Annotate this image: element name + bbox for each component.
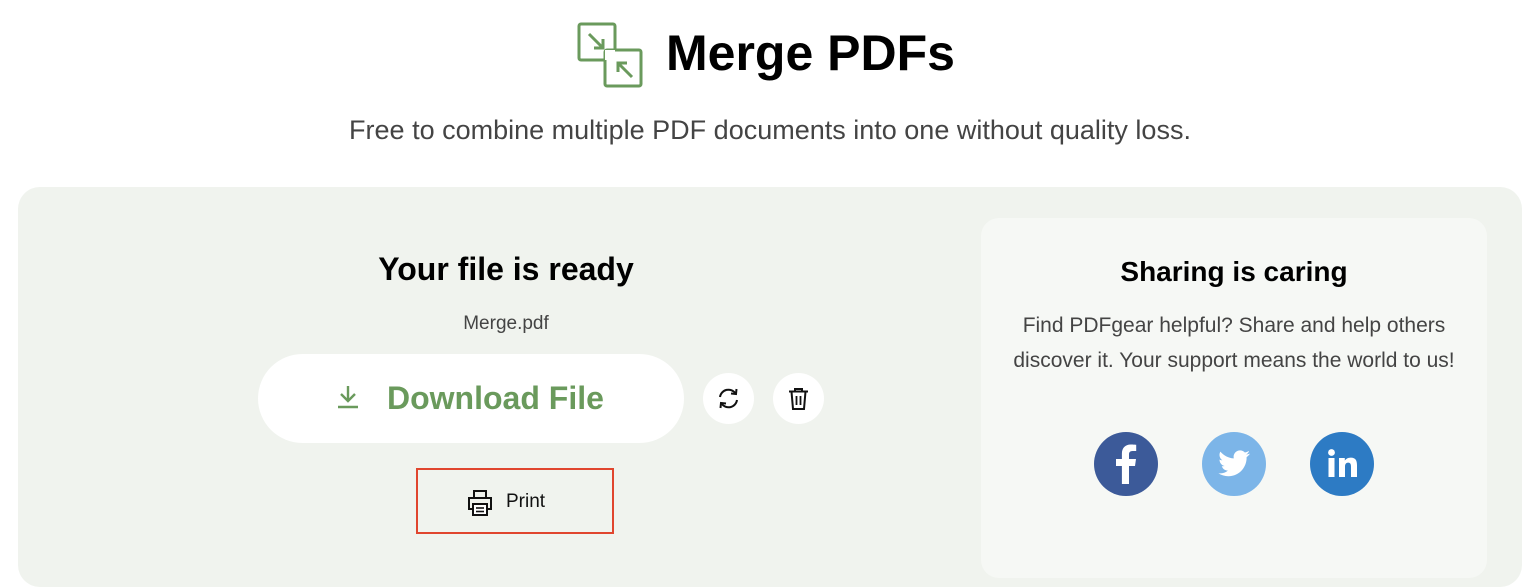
download-file-label: Download File (387, 380, 604, 416)
printer-icon (468, 490, 492, 516)
facebook-icon (1094, 432, 1158, 496)
file-ready-heading: Your file is ready (378, 251, 634, 287)
page-header: Merge PDFs Free to combine multiple PDF … (0, 0, 1536, 180)
linkedin-icon (1310, 432, 1374, 496)
facebook-share-button[interactable] (1094, 432, 1158, 496)
twitter-icon (1202, 432, 1266, 496)
share-heading: Sharing is caring (1120, 256, 1348, 287)
delete-file-button[interactable] (773, 373, 824, 424)
print-label: Print (506, 491, 546, 512)
download-file-button[interactable]: Download File (258, 354, 684, 443)
page-subtitle: Free to combine multiple PDF documents i… (349, 115, 1191, 145)
download-icon (338, 386, 358, 409)
file-name: Merge.pdf (463, 313, 549, 334)
twitter-share-button[interactable] (1202, 432, 1266, 496)
share-description: Find PDFgear helpful? Share and help oth… (1013, 314, 1455, 372)
restart-button[interactable] (703, 373, 754, 424)
trash-icon (789, 388, 808, 410)
page-title: Merge PDFs (666, 25, 955, 81)
linkedin-share-button[interactable] (1310, 432, 1374, 496)
print-button[interactable]: Print (416, 468, 614, 534)
refresh-icon (719, 388, 738, 409)
merge-arrows-icon (577, 22, 643, 88)
share-card: Sharing is caring Find PDFgear helpful? … (981, 218, 1487, 578)
